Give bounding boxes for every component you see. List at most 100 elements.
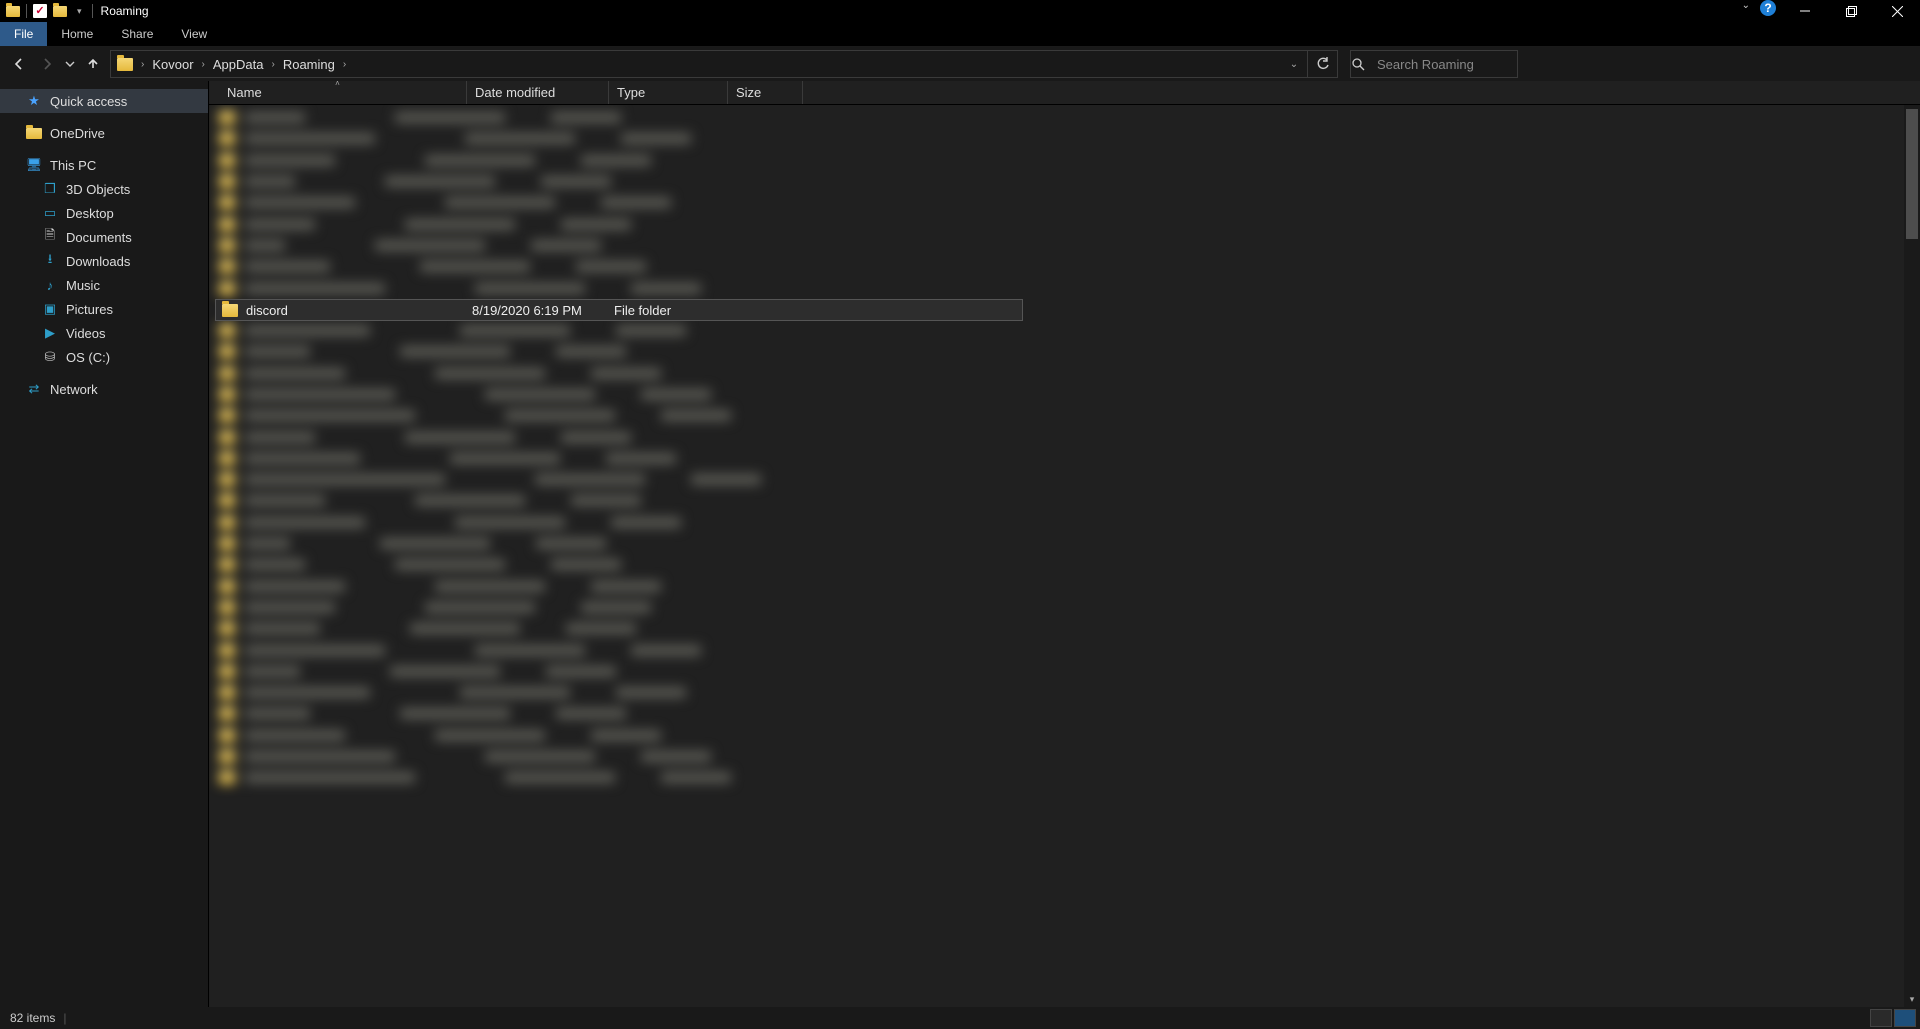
network-icon: ⇄ [26,381,42,397]
view-details-button[interactable] [1870,1009,1892,1027]
navpane-downloads[interactable]: ⭳ Downloads [0,249,208,273]
chevron-right-icon[interactable]: › [341,59,348,70]
column-label: Name [227,85,262,100]
search-input[interactable] [1377,57,1507,72]
desktop-icon: ▭ [42,205,58,221]
vertical-scrollbar[interactable]: ▾ [1904,105,1920,1007]
monitor-icon: 🖥 [26,157,42,173]
chevron-right-icon[interactable]: › [139,59,146,70]
ribbon-tabs: File Home Share View [0,22,1920,47]
column-label: Date modified [475,85,555,100]
navpane-pictures[interactable]: ▣ Pictures [0,297,208,321]
navpane-desktop[interactable]: ▭ Desktop [0,201,208,225]
folder-icon [222,304,238,317]
drive-icon: ⛁ [42,349,58,365]
chevron-right-icon[interactable]: › [200,59,207,70]
window-title: Roaming [93,4,149,18]
blurred-rows [219,107,761,789]
navpane-this-pc[interactable]: 🖥 This PC [0,153,208,177]
navpane-label: OneDrive [50,126,105,141]
navpane-label: OS (C:) [66,350,110,365]
status-item-count: 82 items [10,1011,55,1025]
column-header-date[interactable]: Date modified [467,81,609,104]
navpane-label: Desktop [66,206,114,221]
tab-home[interactable]: Home [47,21,107,46]
navpane-label: Downloads [66,254,130,269]
navpane-label: Music [66,278,100,293]
close-button[interactable] [1874,0,1920,22]
maximize-button[interactable] [1828,0,1874,22]
column-headers: ˄ Name Date modified Type Size [209,81,1920,105]
video-icon: ▶ [42,325,58,341]
navpane-label: Pictures [66,302,113,317]
navpane-label: Documents [66,230,132,245]
breadcrumb-segment[interactable]: Kovoor [146,57,199,72]
star-icon: ★ [26,93,42,109]
column-header-size[interactable]: Size [728,81,803,104]
up-button[interactable] [80,51,106,77]
main-area: ★ Quick access OneDrive 🖥 This PC ❒ 3D O… [0,81,1920,1007]
cube-icon: ❒ [42,181,58,197]
help-icon[interactable]: ? [1760,0,1776,16]
minimize-button[interactable] [1782,0,1828,22]
navpane-network[interactable]: ⇄ Network [0,377,208,401]
music-icon: ♪ [42,277,58,293]
navpane-drive-c[interactable]: ⛁ OS (C:) [0,345,208,369]
navpane-label: Quick access [50,94,127,109]
navpane-label: Videos [66,326,106,341]
view-large-icons-button[interactable] [1894,1009,1916,1027]
navpane-documents[interactable]: 🗎 Documents [0,225,208,249]
navigation-bar: › Kovoor › AppData › Roaming › ⌄ [0,47,1920,81]
refresh-button[interactable] [1307,51,1337,77]
forward-button[interactable] [34,51,60,77]
scroll-down-icon[interactable]: ▾ [1904,991,1920,1007]
navigation-pane: ★ Quick access OneDrive 🖥 This PC ❒ 3D O… [0,81,209,1007]
file-row-selected[interactable]: discord 8/19/2020 6:19 PM File folder [215,299,1023,321]
address-bar[interactable]: › Kovoor › AppData › Roaming › ⌄ [110,50,1338,78]
navpane-label: This PC [50,158,96,173]
ribbon-collapse-icon[interactable]: ⌄ [1736,0,1756,22]
tab-share[interactable]: Share [107,21,167,46]
separator: | [63,1011,66,1025]
navpane-music[interactable]: ♪ Music [0,273,208,297]
qat-dropdown-icon[interactable]: ▾ [73,6,86,17]
column-label: Type [617,85,645,100]
file-type: File folder [614,303,733,318]
column-header-name[interactable]: ˄ Name [209,81,467,104]
navpane-3d-objects[interactable]: ❒ 3D Objects [0,177,208,201]
document-icon: 🗎 [42,229,58,245]
picture-icon: ▣ [42,301,58,317]
chevron-right-icon[interactable]: › [269,59,276,70]
tab-view[interactable]: View [167,21,221,46]
breadcrumb-segment[interactable]: AppData [207,57,270,72]
navpane-videos[interactable]: ▶ Videos [0,321,208,345]
qat-properties-icon[interactable] [33,4,47,18]
qat-newfolder-icon[interactable] [53,6,67,17]
tab-file[interactable]: File [0,21,47,46]
search-box[interactable] [1350,50,1518,78]
column-header-type[interactable]: Type [609,81,728,104]
download-icon: ⭳ [42,253,58,269]
file-name: discord [246,303,472,318]
column-label: Size [736,85,761,100]
file-date: 8/19/2020 6:19 PM [472,303,614,318]
status-bar: 82 items | [0,1007,1920,1029]
navpane-label: Network [50,382,98,397]
app-folder-icon [6,6,20,17]
navpane-onedrive[interactable]: OneDrive [0,121,208,145]
breadcrumb-segment[interactable]: Roaming [277,57,341,72]
onedrive-icon [26,128,42,139]
scrollbar-thumb[interactable] [1906,109,1918,239]
sort-ascending-icon: ˄ [335,79,340,88]
search-icon [1351,57,1377,71]
address-folder-icon [117,58,133,71]
title-bar: ▾ Roaming ⌄ ? [0,0,1920,22]
address-history-dropdown[interactable]: ⌄ [1281,59,1307,70]
file-rows[interactable]: discord 8/19/2020 6:19 PM File folder ▾ [209,105,1920,1007]
navpane-quick-access[interactable]: ★ Quick access [0,89,208,113]
navpane-label: 3D Objects [66,182,130,197]
recent-locations-button[interactable] [62,51,78,77]
back-button[interactable] [6,51,32,77]
separator [26,4,27,18]
file-list-pane: ˄ Name Date modified Type Size discord 8… [209,81,1920,1007]
